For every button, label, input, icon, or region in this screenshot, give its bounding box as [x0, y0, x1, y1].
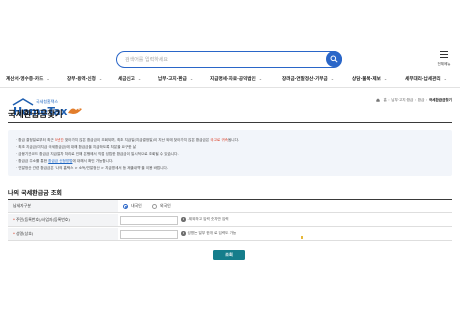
nav-item-consult[interactable]: 상담·불복·제보 ⌄: [352, 76, 387, 82]
chevron-down-icon: ⌄: [98, 76, 103, 81]
title-divider: [8, 122, 452, 123]
page-title: 국세환급금찾기: [8, 110, 63, 120]
info-icon: i: [181, 231, 186, 236]
chevron-down-icon: ⌄: [330, 76, 335, 81]
hamburger-icon: [440, 51, 448, 59]
search-submit-button[interactable]: 조회: [213, 250, 245, 260]
main-nav: 계산서·영수증·카드 ⌄ 장부·용역·신청 ⌄ 세금신고 ⌄ 납부·고지·환급 ⌄ 지급…: [0, 74, 460, 88]
notice-line-5: · 연말정산 관련 환급금은 '나의 홈택스 > 소득/연말정산 > 지급명세서…: [16, 166, 168, 170]
nav-item-receipts[interactable]: 계산서·영수증·카드 ⌄: [6, 76, 50, 82]
search-input[interactable]: [125, 54, 315, 65]
nav-item-incentive[interactable]: 장려금·연말정산·기부금 ⌄: [282, 76, 334, 82]
section-title: 나의 국세환급금 조회: [8, 190, 62, 197]
header: 국세청홈택스 HomeTax 전체메뉴: [0, 0, 460, 118]
notice-line-3: · 금융기관코드 환급금 지급절차 처리로 인해 은행에서 직접 성립한 환급금…: [16, 152, 179, 156]
chevron-down-icon: ⌄: [258, 76, 263, 81]
breadcrumb-payment[interactable]: 납부·고지·환급: [391, 98, 413, 102]
notice-line-2: · 최초 지급금(미지급 국세환급금)에 대해 환급금을 지급하도록 처분을 요…: [16, 145, 137, 149]
text-cursor-mark: [301, 236, 303, 239]
radio-unchecked-icon: [152, 203, 157, 209]
name-hint: i 성명는 일부 한개 로 입력도 가능: [181, 231, 237, 236]
all-menu-button[interactable]: 전체메뉴: [432, 50, 456, 70]
radio-foreign[interactable]: 외국인: [152, 203, 171, 209]
chevron-down-icon: ⌄: [383, 76, 388, 81]
taxpayer-type-row: 납세자구분 내국인 외국인: [8, 200, 452, 213]
notice-box: · 환급 결정일로부터 최근 5년간 찾아가지 않은 환급금이 조회되며, 최초…: [8, 130, 452, 176]
breadcrumb: 홈 › 납부·고지·환급 › 환급 › 국세환급금찾기: [376, 98, 452, 103]
search-box[interactable]: [116, 51, 342, 68]
chevron-down-icon: ⌄: [189, 76, 194, 81]
chevron-down-icon: ⌄: [443, 76, 447, 81]
refund-method-link[interactable]: 환급금 신청방법: [48, 159, 72, 163]
nav-item-agent[interactable]: 세무대리·납세관리 ⌄: [405, 76, 447, 82]
nav-item-tax-report[interactable]: 세금신고 ⌄: [118, 76, 141, 82]
taxpayer-type-label: 납세자구분: [8, 200, 118, 212]
home-icon[interactable]: [376, 98, 381, 102]
breadcrumb-current: 국세환급금찾기: [428, 98, 452, 102]
info-icon: i: [181, 217, 186, 222]
nav-item-statement[interactable]: 지급명세·자료·공익법인 ⌄: [210, 76, 262, 82]
search-button[interactable]: [326, 51, 342, 67]
name-input[interactable]: [120, 230, 178, 239]
bird-icon: [68, 108, 82, 114]
notice-line-1: · 환급 결정일로부터 최근 5년간 찾아가지 않은 환급금이 조회되며, 최초…: [16, 138, 240, 142]
breadcrumb-refund[interactable]: 환급: [418, 98, 425, 102]
registration-number-hint: i -제외하고 입력 숫자만 입력: [181, 217, 229, 222]
name-label: *성명(상호): [8, 228, 118, 240]
hometax-logo[interactable]: 국세청홈택스 HomeTax: [7, 50, 82, 118]
registration-number-label: *주민(등록번호)/사업자(등록번호): [8, 214, 118, 226]
search-icon: [330, 55, 338, 63]
breadcrumb-home[interactable]: 홈: [383, 98, 386, 102]
nav-item-ledger[interactable]: 장부·용역·신청 ⌄: [67, 76, 102, 82]
nav-item-payment[interactable]: 납부·고지·환급 ⌄: [158, 76, 193, 82]
name-row: *성명(상호) i 성명는 일부 한개 로 입력도 가능: [8, 228, 452, 241]
registration-number-row: *주민(등록번호)/사업자(등록번호) i -제외하고 입력 숫자만 입력: [8, 214, 452, 227]
radio-domestic[interactable]: 내국인: [123, 203, 142, 209]
radio-checked-icon: [123, 203, 128, 209]
all-menu-label: 전체메뉴: [437, 62, 451, 66]
chevron-down-icon: ⌄: [46, 76, 50, 81]
chevron-down-icon: ⌄: [137, 76, 142, 81]
registration-number-input[interactable]: [120, 216, 178, 225]
notice-line-4: · 환급금 주소를 통한 환급금 신청방법에 대해서 확인 가능합니다.: [16, 159, 114, 163]
